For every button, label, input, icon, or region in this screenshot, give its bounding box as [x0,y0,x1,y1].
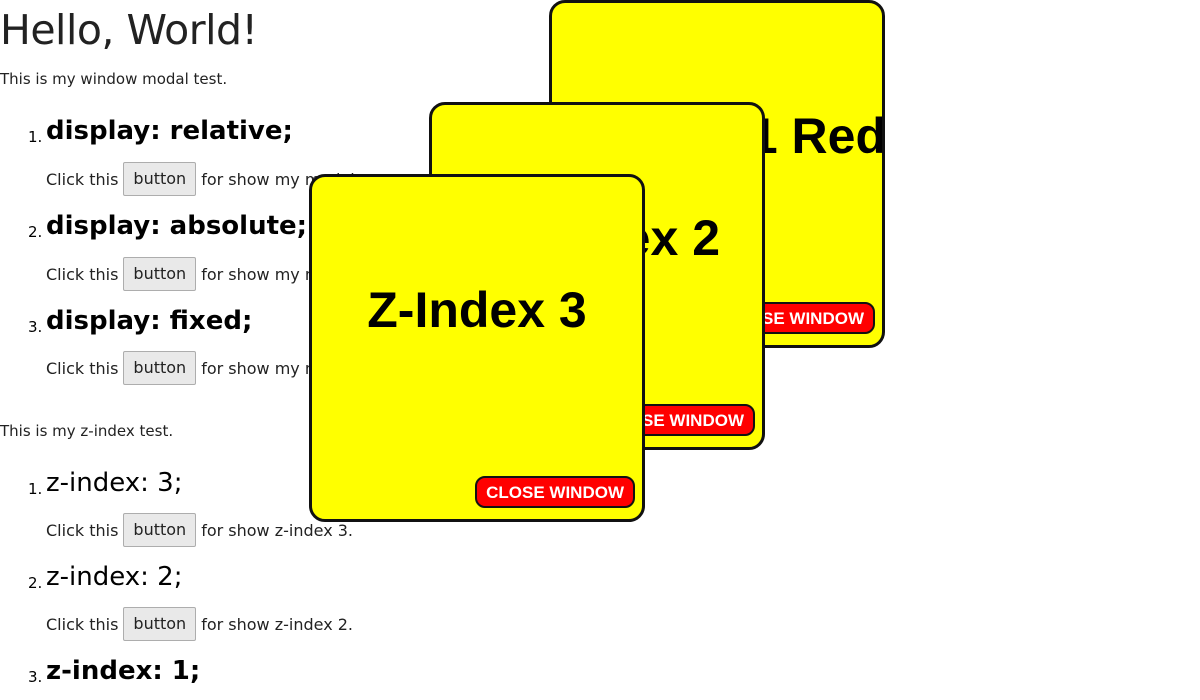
show-modal-relative-button[interactable]: button [123,162,197,196]
list-number: 3. [28,668,43,686]
close-window-button[interactable]: CLOSE WINDOW [475,476,635,508]
page-title: Hello, World! [0,6,258,54]
list-item-title: display: relative; [46,116,293,146]
list-item-title: z-index: 3; [46,468,183,498]
show-zindex-2-button[interactable]: button [123,607,197,641]
show-modal-fixed-button[interactable]: button [123,351,197,385]
modal-test-intro: This is my window modal test. [0,70,228,88]
row-prefix: Click this [46,520,119,540]
list-item-title: z-index: 2; [46,562,183,592]
modal-title: Z-Index 3 [367,282,587,338]
list-item-title: display: absolute; [46,211,308,241]
zindex-test-intro: This is my z-index test. [0,422,174,440]
list-item-title: z-index: 1; [46,656,201,686]
row-prefix: Click this [46,358,119,378]
list-number: 1. [28,128,43,146]
show-modal-absolute-button[interactable]: button [123,257,197,291]
row-prefix: Click this [46,614,119,634]
row-suffix: for show z-index 2. [201,614,354,634]
list-item-title: display: fixed; [46,306,253,336]
modal-window-zindex-3: Z-Index 3 CLOSE WINDOW [309,174,645,522]
list-number: 2. [28,223,43,241]
row-prefix: Click this [46,169,119,189]
row-prefix: Click this [46,264,119,284]
row-suffix: for show z-index 3. [201,520,354,540]
show-zindex-3-button[interactable]: button [123,513,197,547]
list-number: 1. [28,480,43,498]
list-item-row: Click this button for show z-index 2. [46,607,353,641]
list-item-row: Click this button for show z-index 3. [46,513,353,547]
list-number: 2. [28,574,43,592]
page: Hello, World! This is my window modal te… [0,0,1200,700]
list-number: 3. [28,318,43,336]
